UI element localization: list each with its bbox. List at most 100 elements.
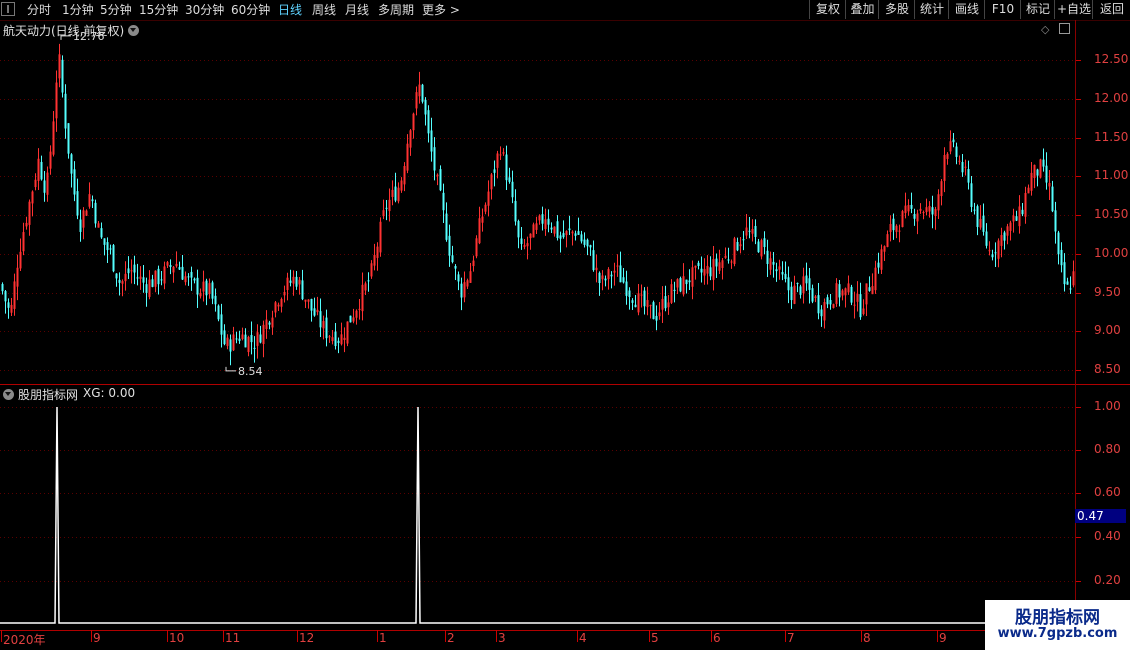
x-tick-mark bbox=[223, 630, 224, 642]
add-favorite-button[interactable]: +自选 bbox=[1054, 0, 1093, 19]
candle-body bbox=[613, 270, 616, 273]
candle-body bbox=[940, 181, 943, 197]
candle-body bbox=[916, 213, 919, 222]
candle-body bbox=[439, 169, 442, 191]
f10-button[interactable]: F10 bbox=[984, 0, 1021, 19]
candle-body bbox=[391, 189, 394, 197]
back-button[interactable]: 返回 bbox=[1092, 0, 1130, 19]
candle-body bbox=[148, 279, 151, 297]
candle-body bbox=[253, 347, 256, 349]
y-tick-mark bbox=[1076, 493, 1081, 494]
candle-body bbox=[64, 93, 67, 129]
y-tick-label: 10.00 bbox=[1094, 246, 1129, 260]
period-tab-60min[interactable]: 60分钟 bbox=[231, 2, 270, 18]
period-tab-multi[interactable]: 多周期 bbox=[378, 2, 414, 18]
candle-body bbox=[475, 238, 478, 257]
multi-stock-button[interactable]: 多股 bbox=[878, 0, 915, 19]
candle-body bbox=[406, 143, 409, 171]
period-tab-15min[interactable]: 15分钟 bbox=[139, 2, 178, 18]
candle-body bbox=[502, 152, 505, 154]
candle-body bbox=[286, 277, 289, 291]
candle-body bbox=[433, 147, 436, 171]
candle-body bbox=[838, 284, 841, 298]
statistics-button[interactable]: 统计 bbox=[914, 0, 949, 19]
candle-body bbox=[325, 317, 328, 339]
candle-body bbox=[289, 280, 292, 283]
period-tab-weekly[interactable]: 周线 bbox=[312, 2, 336, 18]
y-tick-mark bbox=[1076, 254, 1081, 255]
period-tab-1min[interactable]: 1分钟 bbox=[62, 2, 94, 18]
candle-body bbox=[469, 271, 472, 283]
candle-body bbox=[151, 279, 154, 287]
y-tick-mark bbox=[1076, 581, 1081, 582]
candle-body bbox=[898, 230, 901, 232]
candle-body bbox=[55, 82, 58, 119]
candle-body bbox=[16, 267, 19, 287]
candle-body bbox=[283, 292, 286, 296]
price-chart-panel[interactable]: 航天动力(日线,前复权) ◇ 12.76 8.54 bbox=[0, 20, 1130, 384]
candle-body bbox=[799, 286, 802, 295]
candle-body bbox=[823, 302, 826, 321]
candle-body bbox=[451, 255, 454, 263]
period-tab-30min[interactable]: 30分钟 bbox=[185, 2, 224, 18]
candle-body bbox=[1015, 216, 1018, 221]
candle-body bbox=[664, 296, 667, 309]
candle-body bbox=[271, 317, 274, 328]
candle-body bbox=[163, 266, 166, 284]
period-toolbar: 分时 1分钟 5分钟 15分钟 30分钟 60分钟 日线 周线 月线 多周期 更… bbox=[0, 0, 1130, 21]
candle-body bbox=[172, 266, 175, 273]
candle-body bbox=[538, 215, 541, 221]
candle-body bbox=[385, 207, 388, 209]
candle-body bbox=[304, 299, 307, 302]
candle-body bbox=[298, 279, 301, 285]
draw-line-button[interactable]: 画线 bbox=[948, 0, 985, 19]
candle-body bbox=[403, 166, 406, 185]
candle-body bbox=[952, 139, 955, 143]
candle-body bbox=[67, 123, 70, 154]
candle-body bbox=[340, 334, 343, 345]
y-tick-label: 12.50 bbox=[1094, 52, 1129, 66]
candle-body bbox=[967, 169, 970, 183]
candle-body bbox=[1045, 165, 1048, 183]
candle-body bbox=[709, 267, 712, 277]
candle-body bbox=[1051, 186, 1054, 212]
overlay-button[interactable]: 叠加 bbox=[845, 0, 879, 19]
candle-body bbox=[274, 302, 277, 313]
candle-body bbox=[316, 309, 319, 313]
candle-body bbox=[202, 281, 205, 292]
candle-body bbox=[595, 267, 598, 271]
y-tick-mark bbox=[1076, 215, 1081, 216]
period-tab-minute[interactable]: 分时 bbox=[27, 2, 51, 18]
indicator-panel[interactable]: 股朋指标网 XG: 0.00 bbox=[0, 385, 1130, 630]
period-tab-daily[interactable]: 日线 bbox=[278, 2, 302, 18]
y-tick-mark bbox=[1076, 370, 1081, 371]
candle-body bbox=[616, 265, 619, 267]
restore-rights-button[interactable]: 复权 bbox=[809, 0, 846, 19]
candle-body bbox=[415, 92, 418, 109]
x-tick-mark bbox=[861, 630, 862, 642]
mark-button[interactable]: 标记 bbox=[1020, 0, 1055, 19]
candle-body bbox=[193, 278, 196, 281]
candle-body bbox=[526, 243, 529, 247]
candle-body bbox=[436, 174, 439, 177]
candle-body bbox=[94, 202, 97, 224]
candle-body bbox=[775, 269, 778, 272]
panel-toggle-icon[interactable] bbox=[1, 2, 15, 16]
candle-body bbox=[532, 224, 535, 238]
candle-body bbox=[487, 191, 490, 206]
period-tab-monthly[interactable]: 月线 bbox=[345, 2, 369, 18]
x-tick-label: 2020年 bbox=[3, 633, 46, 647]
candle-body bbox=[766, 250, 769, 264]
period-tab-more[interactable]: 更多 > bbox=[422, 2, 460, 18]
candle-body bbox=[769, 258, 772, 270]
x-tick-mark bbox=[937, 630, 938, 642]
candle-body bbox=[34, 179, 37, 188]
date-axis: 2020年 9 10 11 12 1 2 3 4 5 6 7 8 9 bbox=[0, 630, 1130, 650]
period-tab-5min[interactable]: 5分钟 bbox=[100, 2, 132, 18]
candle-body bbox=[802, 276, 805, 294]
candle-body bbox=[622, 277, 625, 283]
candle-body bbox=[727, 259, 730, 261]
candle-body bbox=[946, 153, 949, 159]
candle-body bbox=[445, 213, 448, 240]
y-tick-label: 9.50 bbox=[1094, 285, 1121, 299]
